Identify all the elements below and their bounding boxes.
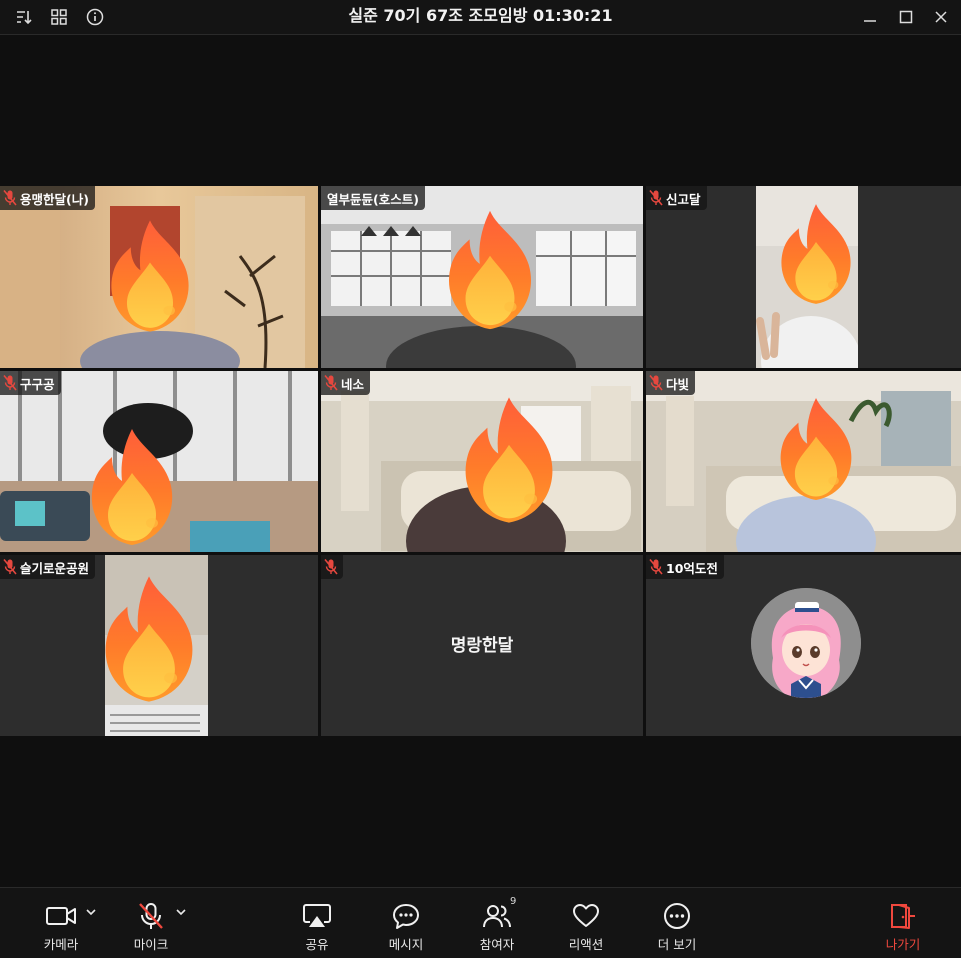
video-tile[interactable]: 네소: [321, 371, 643, 552]
participant-tag: 열부듄듄(호스트): [321, 186, 425, 210]
video-tile[interactable]: 구구공: [0, 371, 318, 552]
mic-off-icon: [2, 374, 18, 392]
avatar: [751, 588, 861, 698]
sort-icon[interactable]: [14, 7, 34, 27]
video-tile[interactable]: 10억도전: [646, 555, 961, 736]
people-icon: [482, 896, 512, 936]
participant-tag: 용맹한달(나): [0, 186, 95, 210]
video-grid: 용맹한달(나) 열부듄듄(호스트) 신고달 구구공 네소 다빛 슬기로운공원 명…: [0, 186, 961, 736]
video-tile[interactable]: 신고달: [646, 186, 961, 368]
mic-off-icon: [323, 558, 339, 576]
screen-share-icon: [302, 896, 332, 936]
share-button[interactable]: 공유: [294, 888, 340, 958]
flame-emoji-icon: [95, 569, 203, 709]
flame-emoji-icon: [773, 198, 859, 310]
flame-emoji-icon: [82, 423, 182, 551]
flame-emoji-icon: [439, 204, 541, 336]
window-title: 실준 70기 67조 조모임방 01:30:21: [348, 6, 613, 25]
participant-name: 열부듄듄(호스트): [327, 191, 419, 207]
video-tile[interactable]: 다빛: [646, 371, 961, 552]
chat-bubble-icon: [391, 896, 421, 936]
participant-name: 네소: [341, 376, 365, 392]
leave-door-icon: [889, 896, 917, 936]
camera-label: 카메라: [43, 937, 79, 952]
meeting-toolbar: 카메라 마이크 공유 메시지 참여자 9 리액션 더 보기 나가기: [0, 887, 961, 958]
info-icon[interactable]: [85, 7, 105, 27]
reaction-button[interactable]: 리액션: [563, 888, 609, 958]
title-bar: 실준 70기 67조 조모임방 01:30:21: [0, 0, 961, 35]
mic-off-icon: [648, 558, 664, 576]
mic-off-icon: [648, 189, 664, 207]
participant-tag: 네소: [321, 371, 371, 395]
gallery-view-icon[interactable]: [49, 7, 69, 27]
participant-display-name: 명랑한달: [450, 636, 514, 656]
reaction-label: 리액션: [568, 937, 604, 952]
mic-off-icon: [648, 374, 664, 392]
more-options-icon: [663, 896, 691, 936]
participant-name: 슬기로운공원: [20, 560, 90, 576]
more-label: 더 보기: [657, 937, 697, 952]
message-label: 메시지: [388, 937, 424, 952]
camera-button[interactable]: 카메라: [38, 888, 84, 958]
participant-tag: 신고달: [646, 186, 707, 210]
flame-emoji-icon: [772, 393, 860, 505]
participant-name: 다빛: [666, 376, 690, 392]
video-tile[interactable]: 열부듄듄(호스트): [321, 186, 643, 368]
close-icon[interactable]: [931, 7, 951, 27]
mic-off-icon: [2, 189, 18, 207]
participant-tag: 슬기로운공원: [0, 555, 96, 579]
participant-tag: [321, 555, 343, 579]
participants-count-badge: 9: [510, 896, 517, 907]
video-tile[interactable]: 용맹한달(나): [0, 186, 318, 368]
flame-emoji-icon: [455, 391, 563, 529]
heart-icon: [572, 896, 600, 936]
microphone-label: 마이크: [133, 937, 169, 952]
maximize-icon[interactable]: [896, 7, 916, 27]
camera-options-chevron-down-icon[interactable]: [85, 906, 97, 918]
video-camera-icon: [45, 896, 77, 936]
microphone-options-chevron-down-icon[interactable]: [175, 906, 187, 918]
flame-emoji-icon: [102, 214, 198, 338]
video-tile[interactable]: 명랑한달: [321, 555, 643, 736]
mic-off-icon: [323, 374, 339, 392]
leave-label: 나가기: [885, 937, 921, 952]
participants-label: 참여자: [479, 937, 515, 952]
participant-name: 10억도전: [666, 560, 718, 576]
minimize-icon[interactable]: [860, 7, 880, 27]
share-label: 공유: [305, 937, 329, 952]
message-button[interactable]: 메시지: [383, 888, 429, 958]
participant-tag: 10억도전: [646, 555, 724, 579]
participant-name: 용맹한달(나): [20, 191, 89, 207]
microphone-muted-icon: [136, 896, 166, 936]
participant-name: 구구공: [20, 376, 55, 392]
microphone-button[interactable]: 마이크: [128, 888, 174, 958]
leave-button[interactable]: 나가기: [880, 888, 926, 958]
participant-name: 신고달: [666, 191, 701, 207]
more-button[interactable]: 더 보기: [652, 888, 702, 958]
participant-tag: 다빛: [646, 371, 696, 395]
mic-off-icon: [2, 558, 18, 576]
video-tile[interactable]: 슬기로운공원: [0, 555, 318, 736]
participant-tag: 구구공: [0, 371, 61, 395]
